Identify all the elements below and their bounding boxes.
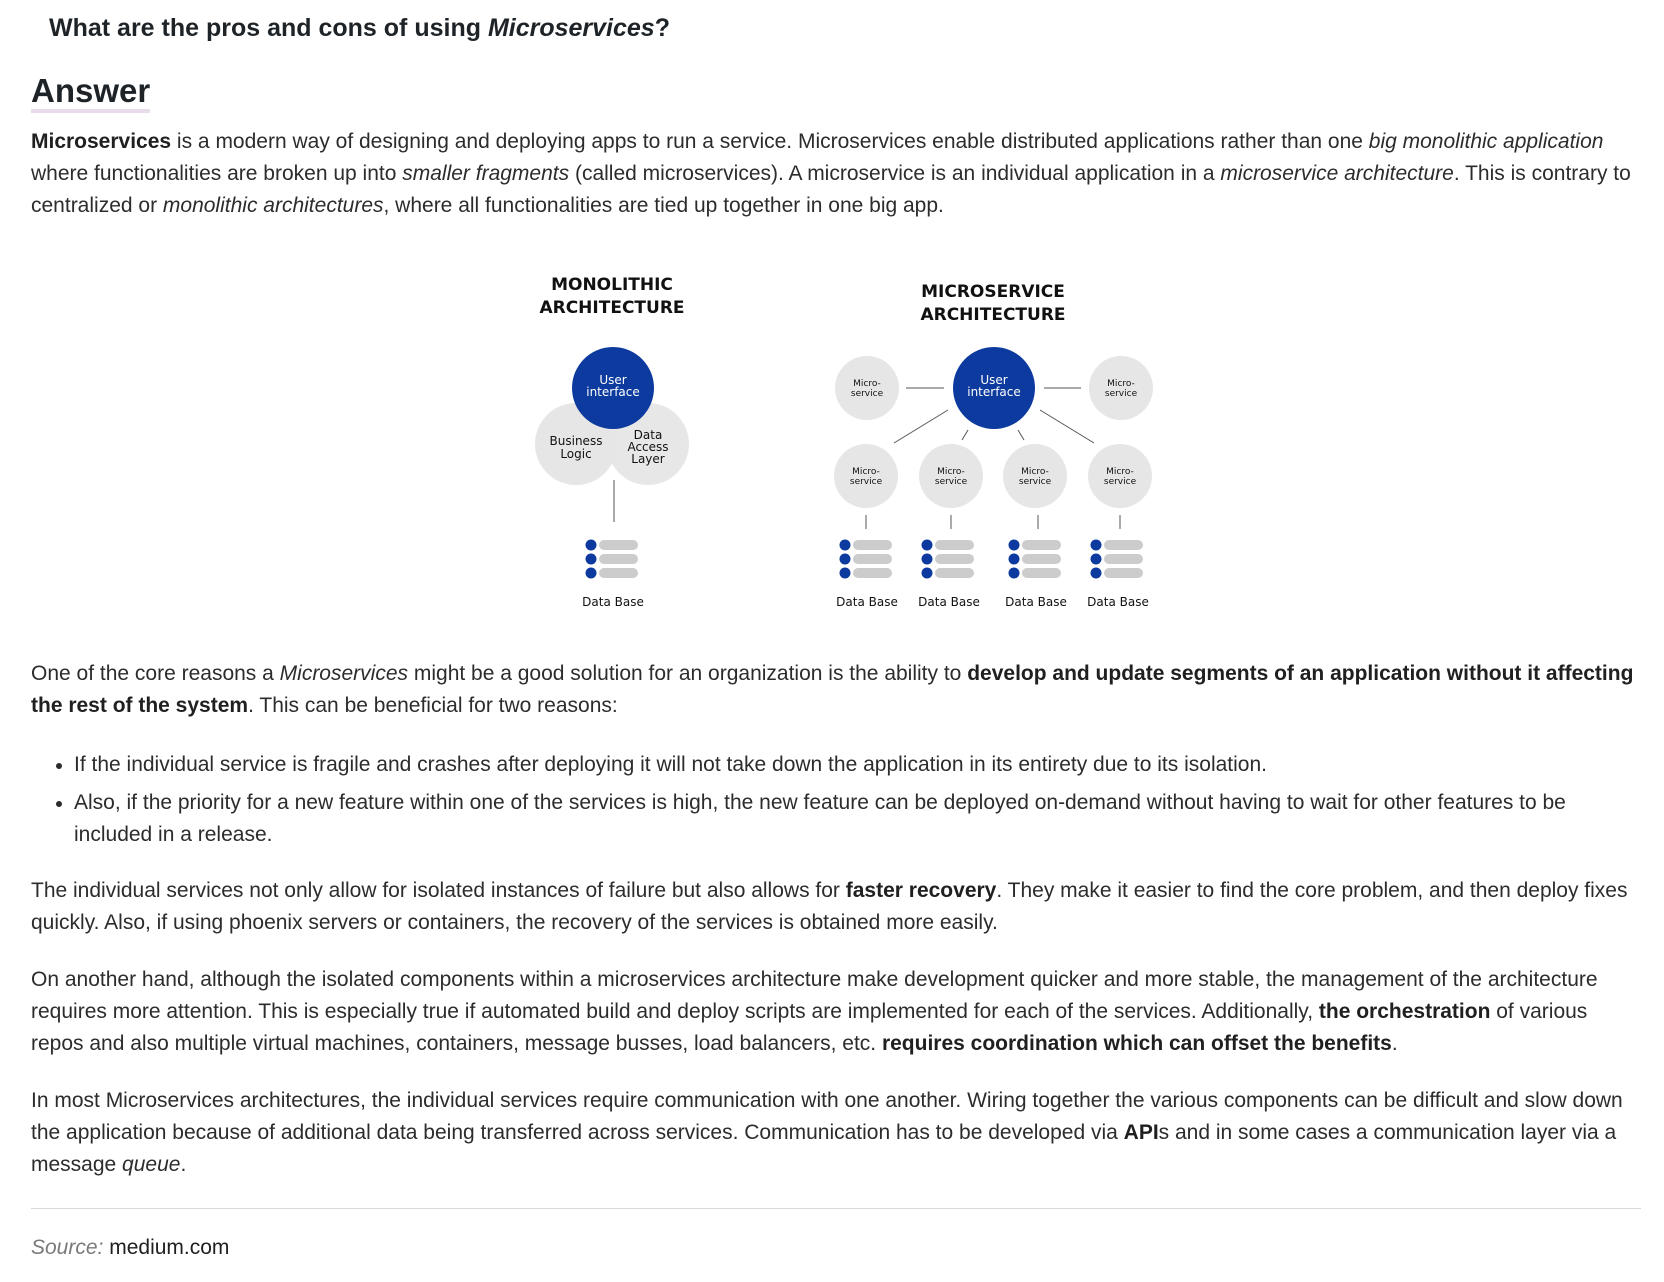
connector-bottom-4 — [1039, 409, 1095, 444]
database-icon — [1090, 539, 1143, 579]
divider — [31, 1208, 1641, 1209]
database-icon — [921, 539, 974, 579]
database-dot — [839, 553, 851, 565]
mono-title-line2: ARCHITECTURE — [539, 298, 684, 318]
management-paragraph: On another hand, although the isolated c… — [31, 968, 1598, 1055]
database-icon — [585, 539, 638, 579]
intro-paragraph: Microservices is a modern way of designi… — [31, 130, 1631, 217]
microservice-label: Micro- — [937, 467, 965, 477]
database-dot — [921, 567, 933, 579]
communication-paragraph: In most Microservices architectures, the… — [31, 1089, 1623, 1176]
database-dot — [585, 567, 597, 579]
database-bar — [599, 540, 638, 550]
database-bar — [599, 568, 638, 578]
database-icons — [585, 539, 1143, 579]
database-bar — [935, 568, 974, 578]
database-dot — [1008, 553, 1020, 565]
database-bar — [599, 554, 638, 564]
database-icon — [1008, 539, 1061, 579]
micro-db-label-4: Data Base — [1087, 595, 1149, 609]
database-dot — [921, 553, 933, 565]
database-bar — [853, 554, 892, 564]
microservice-label: service — [1105, 389, 1138, 399]
connector-bottom-3 — [1017, 429, 1025, 441]
architecture-diagram: MONOLITHIC ARCHITECTURE User interface B… — [535, 275, 1153, 609]
page: What are the pros and cons of using Micr… — [0, 0, 1664, 1282]
database-dot — [585, 553, 597, 565]
connector-bottom-1 — [893, 409, 949, 444]
database-bar — [935, 540, 974, 550]
microservice-label: service — [1019, 477, 1052, 487]
data-access-label-3: Layer — [631, 452, 665, 466]
source-label: Source: — [31, 1236, 104, 1259]
database-dot — [1090, 539, 1102, 551]
micro-title-line1: MICROSERVICE — [921, 282, 1065, 302]
micro-title-line2: ARCHITECTURE — [920, 305, 1065, 325]
database-dot — [1008, 539, 1020, 551]
connector-bottom-2 — [961, 429, 969, 441]
micro-db-label-2: Data Base — [918, 595, 980, 609]
source-value: medium.com — [109, 1236, 230, 1259]
microservice-label: service — [1104, 477, 1137, 487]
microservice-label: Micro- — [1107, 379, 1135, 389]
database-bar — [1104, 540, 1143, 550]
database-dot — [1090, 567, 1102, 579]
business-logic-label-1: Business — [550, 434, 603, 448]
database-icon — [839, 539, 892, 579]
benefits-list: If the individual service is fragile and… — [31, 749, 1641, 857]
mono-title-line1: MONOLITHIC — [551, 275, 673, 295]
database-bar — [1022, 540, 1061, 550]
answer-heading: Answer — [31, 72, 151, 113]
source-line: Source: medium.com — [31, 1234, 229, 1262]
database-dot — [1090, 553, 1102, 565]
microservice-label: Micro- — [853, 379, 881, 389]
micro-ui-label-2: interface — [967, 385, 1021, 399]
microservice-label: Micro- — [1106, 467, 1134, 477]
database-dot — [921, 539, 933, 551]
mono-ui-label-2: interface — [586, 385, 640, 399]
database-bar — [853, 540, 892, 550]
database-dot — [1008, 567, 1020, 579]
business-logic-label-2: Logic — [560, 447, 591, 461]
database-bar — [1022, 568, 1061, 578]
database-bar — [935, 554, 974, 564]
mono-db-label: Data Base — [582, 595, 644, 609]
microservice-label: Micro- — [1021, 467, 1049, 477]
database-dot — [839, 567, 851, 579]
recovery-paragraph: The individual services not only allow f… — [31, 879, 1628, 934]
database-dot — [839, 539, 851, 551]
question-title: What are the pros and cons of using Micr… — [49, 14, 670, 42]
microservice-label: Micro- — [852, 467, 880, 477]
micro-db-label-1: Data Base — [836, 595, 898, 609]
database-bar — [1104, 568, 1143, 578]
database-bar — [1022, 554, 1061, 564]
microservice-label: service — [850, 477, 883, 487]
micro-db-label-3: Data Base — [1005, 595, 1067, 609]
database-bar — [1104, 554, 1143, 564]
list-item: Also, if the priority for a new feature … — [31, 787, 1641, 851]
list-item: If the individual service is fragile and… — [31, 749, 1641, 781]
microservice-label: service — [851, 389, 884, 399]
database-bar — [853, 568, 892, 578]
benefits-paragraph: One of the core reasons a Microservices … — [31, 662, 1634, 717]
database-dot — [585, 539, 597, 551]
microservice-label: service — [935, 477, 968, 487]
